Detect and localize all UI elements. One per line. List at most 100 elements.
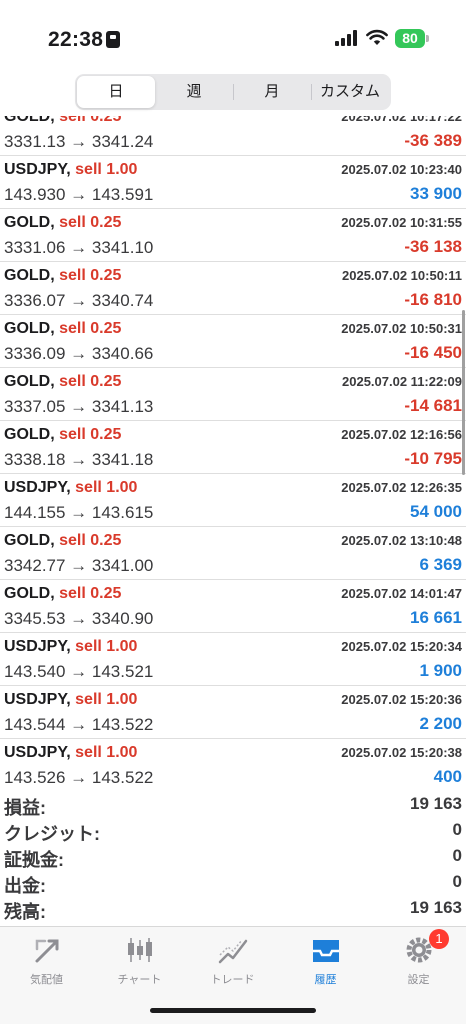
tab-settings[interactable]: 1 設定 xyxy=(372,929,465,993)
trade-row[interactable]: USDJPY, sell 1.00 2025.07.02 12:26:35 144.… xyxy=(0,474,466,527)
trade-datetime: 2025.07.02 10:17:22 xyxy=(341,116,462,124)
summary-row-withdrawal: 出金: 0 xyxy=(0,870,466,896)
trade-side: sell 1.00 xyxy=(75,479,138,496)
trade-row[interactable]: GOLD, sell 0.25 2025.07.02 14:01:47 3345.5… xyxy=(0,580,466,633)
trade-datetime: 2025.07.02 15:20:36 xyxy=(341,692,462,707)
trade-profit-loss: -14 681 xyxy=(404,396,462,415)
trade-symbol: USDJPY, sell 1.00 xyxy=(4,161,137,179)
symbol-name: GOLD, xyxy=(4,585,55,602)
trade-profit-loss: 16 661 xyxy=(410,608,462,627)
tab-label: 気配値 xyxy=(30,974,63,986)
symbol-name: GOLD, xyxy=(4,267,55,284)
trade-row[interactable]: GOLD, sell 0.25 2025.07.02 13:10:48 3342.7… xyxy=(0,527,466,580)
trade-profit-loss: -36 138 xyxy=(404,237,462,256)
tab-trade[interactable]: トレード xyxy=(186,935,279,993)
trade-datetime: 2025.07.02 15:20:34 xyxy=(341,639,462,654)
trade-prices: 143.930 → 143.591 xyxy=(4,185,154,204)
trade-prices: 143.540 → 143.521 xyxy=(4,662,154,681)
trade-datetime: 2025.07.02 15:20:38 xyxy=(341,745,462,760)
tab-history[interactable]: 履歴 xyxy=(279,935,372,993)
summary-row-profit: 損益: 19 163 xyxy=(0,792,466,818)
trade-symbol: USDJPY, sell 1.00 xyxy=(4,638,137,656)
trade-profit-loss: 1 900 xyxy=(419,661,462,680)
trade-datetime: 2025.07.02 10:23:40 xyxy=(341,162,462,177)
trade-symbol: USDJPY, sell 1.00 xyxy=(4,691,137,709)
focus-mode-icon xyxy=(106,31,120,48)
symbol-name: USDJPY, xyxy=(4,479,71,496)
summary-value: 19 163 xyxy=(410,794,462,813)
trade-history-list[interactable]: GOLD, sell 0.25 2025.07.02 10:17:22 3331.1… xyxy=(0,116,466,788)
segment-day[interactable]: 日 xyxy=(77,76,155,108)
trade-datetime: 2025.07.02 10:31:55 xyxy=(341,215,462,230)
trade-side: sell 1.00 xyxy=(75,161,138,178)
scrollbar[interactable] xyxy=(462,310,465,475)
trade-side: sell 0.25 xyxy=(59,214,122,231)
trade-row[interactable]: USDJPY, sell 1.00 2025.07.02 15:20:36 143.… xyxy=(0,686,466,739)
battery-tip xyxy=(426,35,429,42)
trade-datetime: 2025.07.02 12:16:56 xyxy=(341,427,462,442)
trade-symbol: GOLD, sell 0.25 xyxy=(4,373,121,391)
chart-icon xyxy=(127,938,152,962)
trade-profit-loss: 54 000 xyxy=(410,502,462,521)
trade-prices: 143.526 → 143.522 xyxy=(4,768,154,787)
tab-label: トレード xyxy=(210,974,255,986)
trade-prices: 3336.09 → 3340.66 xyxy=(4,344,154,363)
trade-prices: 143.544 → 143.522 xyxy=(4,715,154,734)
trade-symbol: GOLD, sell 0.25 xyxy=(4,267,121,285)
trade-side: sell 1.00 xyxy=(75,744,138,761)
symbol-name: USDJPY, xyxy=(4,691,71,708)
trade-row[interactable]: USDJPY, sell 1.00 2025.07.02 10:23:40 143.… xyxy=(0,156,466,209)
summary-label: クレジット: xyxy=(4,824,100,844)
symbol-name: USDJPY, xyxy=(4,744,71,761)
segment-week[interactable]: 週 xyxy=(155,76,233,108)
trade-row[interactable]: GOLD, sell 0.25 2025.07.02 10:17:22 3331.1… xyxy=(0,116,466,156)
summary-value: 19 163 xyxy=(410,898,462,917)
symbol-name: GOLD, xyxy=(4,116,55,125)
tab-label: 設定 xyxy=(407,974,430,986)
trade-symbol: GOLD, sell 0.25 xyxy=(4,532,121,550)
notification-badge: 1 xyxy=(429,929,449,949)
segment-month[interactable]: 月 xyxy=(233,76,311,108)
segment-custom[interactable]: カスタム xyxy=(311,76,389,108)
trade-prices: 144.155 → 143.615 xyxy=(4,503,154,522)
symbol-name: GOLD, xyxy=(4,214,55,231)
trade-row[interactable]: USDJPY, sell 1.00 2025.07.02 15:20:38 143.… xyxy=(0,739,466,788)
status-bar: 22:38 80 xyxy=(0,0,466,78)
trade-datetime: 2025.07.02 12:26:35 xyxy=(341,480,462,495)
trade-profit-loss: 6 369 xyxy=(419,555,462,574)
trade-prices: 3336.07 → 3340.74 xyxy=(4,291,154,310)
trade-symbol: GOLD, sell 0.25 xyxy=(4,116,121,126)
account-summary: 損益: 19 163 クレジット: 0 証拠金: 0 出金: 0 残高: 19 … xyxy=(0,792,466,922)
trade-row[interactable]: GOLD, sell 0.25 2025.07.02 10:31:55 3331.0… xyxy=(0,209,466,262)
summary-row-deposit: 証拠金: 0 xyxy=(0,844,466,870)
trade-row[interactable]: GOLD, sell 0.25 2025.07.02 12:16:56 3338.1… xyxy=(0,421,466,474)
tab-quotes[interactable]: 気配値 xyxy=(0,935,93,993)
trade-row[interactable]: USDJPY, sell 1.00 2025.07.02 15:20:34 143.… xyxy=(0,633,466,686)
tab-chart[interactable]: チャート xyxy=(93,935,186,993)
trade-symbol: GOLD, sell 0.25 xyxy=(4,214,121,232)
trade-prices: 3337.05 → 3341.13 xyxy=(4,397,154,416)
summary-row-credit: クレジット: 0 xyxy=(0,818,466,844)
summary-label: 残高: xyxy=(4,902,46,922)
summary-label: 損益: xyxy=(4,798,46,818)
trade-side: sell 0.25 xyxy=(59,320,122,337)
trade-row[interactable]: GOLD, sell 0.25 2025.07.02 10:50:11 3336.0… xyxy=(0,262,466,315)
summary-value: 0 xyxy=(452,872,462,891)
trade-datetime: 2025.07.02 11:22:09 xyxy=(342,374,462,389)
trade-profit-loss: -16 810 xyxy=(404,290,462,309)
symbol-name: GOLD, xyxy=(4,373,55,390)
trade-row[interactable]: GOLD, sell 0.25 2025.07.02 11:22:09 3337.0… xyxy=(0,368,466,421)
summary-value: 0 xyxy=(452,846,462,865)
trade-prices: 3345.53 → 3340.90 xyxy=(4,609,154,628)
trade-profit-loss: -36 389 xyxy=(404,131,462,150)
trade-symbol: USDJPY, sell 1.00 xyxy=(4,744,137,762)
history-icon xyxy=(312,940,339,962)
trade-symbol: GOLD, sell 0.25 xyxy=(4,426,121,444)
trade-row[interactable]: GOLD, sell 0.25 2025.07.02 10:50:31 3336.0… xyxy=(0,315,466,368)
trade-datetime: 2025.07.02 13:10:48 xyxy=(341,533,462,548)
trade-side: sell 0.25 xyxy=(59,267,122,284)
wifi-icon xyxy=(366,29,388,45)
trade-symbol: USDJPY, sell 1.00 xyxy=(4,479,137,497)
trade-side: sell 0.25 xyxy=(59,373,122,390)
symbol-name: USDJPY, xyxy=(4,161,71,178)
